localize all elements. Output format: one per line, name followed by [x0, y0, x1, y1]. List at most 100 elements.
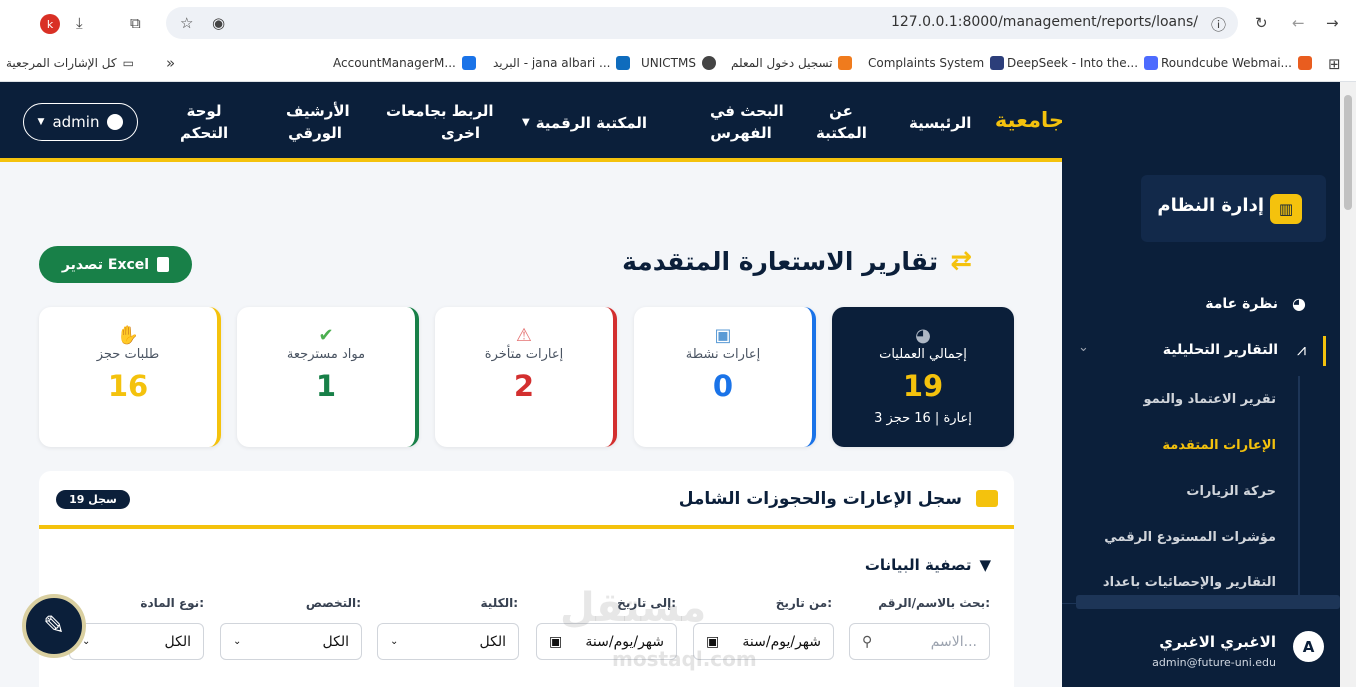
all-bookmarks[interactable]: كل الإشارات المرجعية ▭ [6, 56, 134, 70]
bookmark-item[interactable]: البريد - jana albari ... [493, 56, 631, 70]
user-name: الاغبري الاغبري [1159, 633, 1276, 651]
stat-card-reservations: ✋ طلبات حجز 16 [39, 307, 221, 447]
user-circle-icon [107, 114, 124, 130]
stat-label: إعارات متأخرة [484, 347, 564, 362]
nav-university-links[interactable]: الربط بجامعات اخرى [386, 100, 494, 144]
export-excel-button[interactable]: تصدير Excel [39, 246, 192, 283]
eye-icon[interactable]: ◉ [212, 14, 225, 32]
user-email: admin@future-uni.edu [1152, 656, 1276, 669]
star-icon[interactable]: ☆ [180, 14, 193, 32]
bookmark-label: AccountManagerM... [333, 56, 456, 70]
sidebar-sub-growth[interactable]: تقرير الاعتماد والنمو [1143, 392, 1276, 407]
bookmarks-bar: كل الإشارات المرجعية ▭ » AccountManagerM… [0, 46, 1356, 82]
user-menu-button[interactable]: ▼ admin [23, 103, 138, 141]
bookmark-label: UNICTMS [641, 56, 696, 70]
nav-paper-archive[interactable]: الأرشيف الورقي [286, 100, 350, 144]
sidebar-sub-advanced-loans[interactable]: الإعارات المتقدمة [1162, 438, 1276, 453]
nav-archive-line1: الأرشيف [286, 102, 350, 120]
nav-archive-line2: الورقي [288, 124, 342, 142]
search-icon: ⚲ [862, 633, 873, 650]
sidebar-item-overview[interactable]: نظرة عامة [1205, 296, 1278, 312]
nav-home[interactable]: الرئيسية [909, 112, 971, 134]
stat-value: 19 [902, 369, 944, 403]
nav-dashboard[interactable]: لوحة التحكم [180, 100, 228, 144]
bookmark-label: البريد - jana albari ... [493, 56, 611, 70]
outlook-icon [616, 56, 631, 70]
panel-title: سجل الإعارات والحجوزات الشامل [678, 489, 962, 509]
browser-toolbar: k ⤓ ⧉ ☆ ◉ 127.0.0.1:8000/management/repo… [0, 0, 1356, 46]
nav-about[interactable]: عن المكتبة [816, 100, 867, 144]
all-bookmarks-label: كل الإشارات المرجعية [6, 56, 117, 70]
pencil-icon: ✎ [43, 611, 65, 641]
nav-digital-library[interactable]: ▼ المكتبة الرقمية [522, 112, 647, 134]
more-bookmarks-icon[interactable]: » [166, 54, 175, 72]
chevron-down-icon: ⌄ [233, 636, 242, 647]
bookmark-item[interactable]: UNICTMS [641, 56, 716, 70]
bookmark-item[interactable]: DeepSeek - Into the... [1007, 56, 1159, 70]
book-reader-icon: ▣ [714, 325, 732, 346]
material-type-select[interactable]: ⌄ الكل [69, 623, 204, 660]
url-text[interactable]: 127.0.0.1:8000/management/reports/loans/ [891, 14, 1198, 30]
active-indicator [1323, 336, 1326, 366]
site-info-icon[interactable]: ⓘ [1211, 14, 1226, 35]
nav-link-line2: اخرى [440, 124, 480, 142]
avatar: A [1293, 631, 1324, 662]
stat-value: 0 [712, 369, 734, 403]
extensions-icon[interactable]: ⧉ [130, 14, 141, 32]
profile-avatar[interactable]: k [40, 14, 60, 34]
edit-fab-button[interactable]: ✎ [22, 594, 86, 658]
page-title-text: تقارير الاستعارة المتقدمة [622, 246, 939, 276]
address-bar[interactable]: ☆ ◉ 127.0.0.1:8000/management/reports/lo… [166, 7, 1238, 39]
stat-card-active-loans: ▣ إعارات نشطة 0 [634, 307, 816, 447]
reload-icon[interactable]: ↻ [1255, 14, 1268, 32]
watermark-latin: mostaql.com [612, 647, 757, 671]
sidebar-sub-repository[interactable]: مؤشرات المستودع الرقمي [1104, 530, 1276, 545]
forward-icon[interactable]: → [1326, 14, 1339, 32]
page-title: تقارير الاستعارة المتقدمة ⇄ [622, 246, 972, 276]
sidebar-sub-visits[interactable]: حركة الزيارات [1186, 484, 1276, 499]
export-label: تصدير Excel [61, 256, 150, 273]
bookmark-label: DeepSeek - Into the... [1007, 56, 1139, 70]
chevron-down-icon: ⌄ [390, 636, 399, 647]
bookmark-label: تسجيل دخول المعلم [731, 56, 833, 70]
bookmark-label: Roundcube Webmai... [1161, 56, 1292, 70]
search-input[interactable]: ⚲ الاسم... [849, 623, 990, 660]
sidebar-item-analytics[interactable]: التقارير التحليلية [1163, 342, 1278, 358]
site-navbar: جامعية الرئيسية عن المكتبة البحث في الفه… [0, 82, 1062, 162]
sidebar-sub-statistics[interactable]: التقارير والإحصائيات باعداد [1103, 575, 1276, 590]
bookmark-item[interactable]: AccountManagerM... [333, 56, 476, 70]
bookmark-item[interactable]: تسجيل دخول المعلم [731, 56, 853, 70]
apps-icon[interactable]: ⊞ [1328, 55, 1341, 73]
submenu-line [1298, 376, 1300, 601]
hand-icon: ✋ [116, 325, 140, 346]
bookmark-label: Complaints System [868, 56, 985, 70]
stat-label: إعارات نشطة [685, 347, 761, 362]
filter-section-title: تصفية البيانات ▼ [865, 556, 991, 574]
nav-catalog-search[interactable]: البحث في الفهرس [710, 100, 784, 144]
nav-link-line1: الربط بجامعات [386, 102, 494, 120]
from-date-label: من تاريخ: [775, 596, 832, 610]
back-icon[interactable]: ← [1292, 14, 1305, 32]
page-scrollbar-thumb[interactable] [1344, 95, 1352, 210]
nav-about-line1: عن [829, 102, 853, 120]
bank-icon: ▥ [1270, 194, 1302, 224]
chevron-down-icon[interactable]: ⌄ [1078, 340, 1089, 355]
college-label: الكلية: [480, 596, 518, 610]
bookmark-item[interactable]: Roundcube Webmai... [1161, 56, 1312, 70]
folder-icon: ▭ [122, 56, 134, 70]
major-select[interactable]: ⌄ الكل [220, 623, 362, 660]
filter-icon: ▼ [979, 556, 991, 574]
college-select[interactable]: ⌄ الكل [377, 623, 519, 660]
nav-dash-line1: لوحة [186, 102, 222, 120]
bookmark-item[interactable]: Complaints System [868, 56, 1005, 70]
deepseek-icon [1144, 56, 1159, 70]
site-brand[interactable]: جامعية [995, 108, 1062, 132]
nav-digital-label: المكتبة الرقمية [535, 114, 648, 132]
sidebar-user[interactable]: A الاغبري الاغبري admin@future-uni.edu [1062, 603, 1340, 687]
calendar-icon: ▣ [549, 633, 563, 650]
nav-about-line2: المكتبة [816, 124, 867, 142]
search-label: بحث بالاسم/الرقم: [878, 596, 990, 610]
sidebar-brand[interactable]: ▥ إدارة النظام [1141, 175, 1326, 242]
stat-value: 16 [107, 369, 149, 403]
download-icon[interactable]: ⤓ [76, 14, 83, 32]
